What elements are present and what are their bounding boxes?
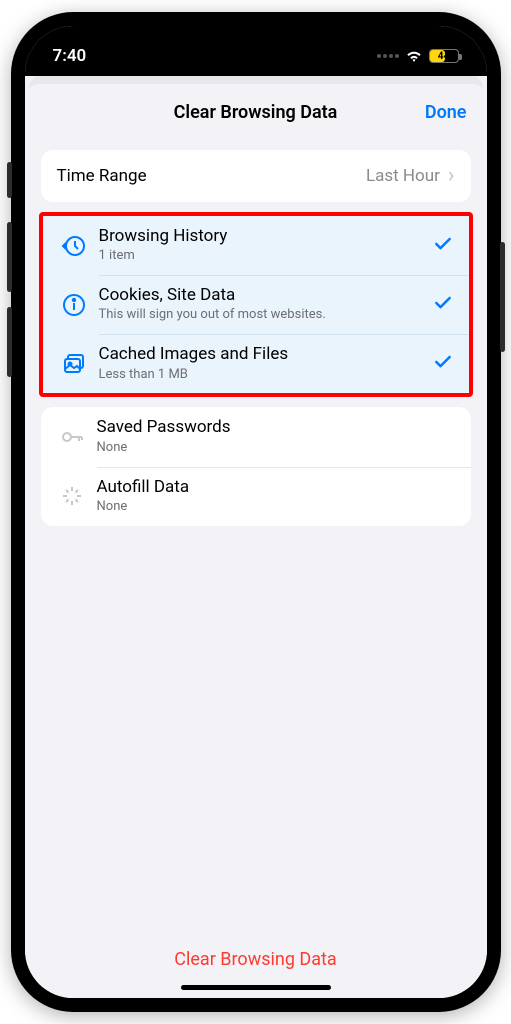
time-range-row[interactable]: Time Range Last Hour › [41, 150, 471, 202]
cellular-dots-icon [377, 54, 399, 58]
row-subtitle: Less than 1 MB [99, 367, 433, 384]
row-title: Cached Images and Files [99, 344, 433, 365]
battery-level: 44 [430, 51, 458, 62]
cookies-row[interactable]: Cookies, Site Data This will sign you ou… [43, 275, 469, 334]
done-button[interactable]: Done [425, 102, 467, 123]
row-title: Saved Passwords [97, 417, 455, 438]
autofill-row[interactable]: Autofill Data None [41, 467, 471, 526]
status-time: 7:40 [53, 46, 87, 66]
info-icon [59, 293, 89, 317]
row-subtitle: 1 item [99, 248, 433, 265]
home-indicator[interactable] [181, 985, 331, 990]
row-title: Cookies, Site Data [99, 285, 433, 306]
checkmark-icon [433, 293, 453, 317]
row-subtitle: None [97, 440, 455, 457]
autofill-icon [57, 484, 87, 508]
browsing-history-row[interactable]: Browsing History 1 item [43, 216, 469, 275]
row-title: Browsing History [99, 226, 433, 247]
time-range-value: Last Hour [366, 166, 440, 186]
saved-passwords-row[interactable]: Saved Passwords None [41, 407, 471, 466]
row-subtitle: None [97, 499, 455, 516]
images-icon [59, 352, 89, 376]
highlighted-selection-box: Browsing History 1 item Cookies, Site Da… [39, 212, 473, 397]
history-icon [59, 234, 89, 258]
battery-icon: 44 [429, 49, 459, 63]
checkmark-icon [433, 352, 453, 376]
wifi-icon [405, 49, 423, 63]
page-title: Clear Browsing Data [174, 102, 338, 123]
cached-images-row[interactable]: Cached Images and Files Less than 1 MB [43, 334, 469, 393]
nav-bar: Clear Browsing Data Done [25, 84, 487, 140]
chevron-right-icon: › [448, 165, 455, 187]
checkmark-icon [433, 234, 453, 258]
key-icon [57, 425, 87, 449]
row-title: Autofill Data [97, 477, 455, 498]
row-subtitle: This will sign you out of most websites. [99, 307, 433, 324]
time-range-label: Time Range [57, 166, 147, 186]
